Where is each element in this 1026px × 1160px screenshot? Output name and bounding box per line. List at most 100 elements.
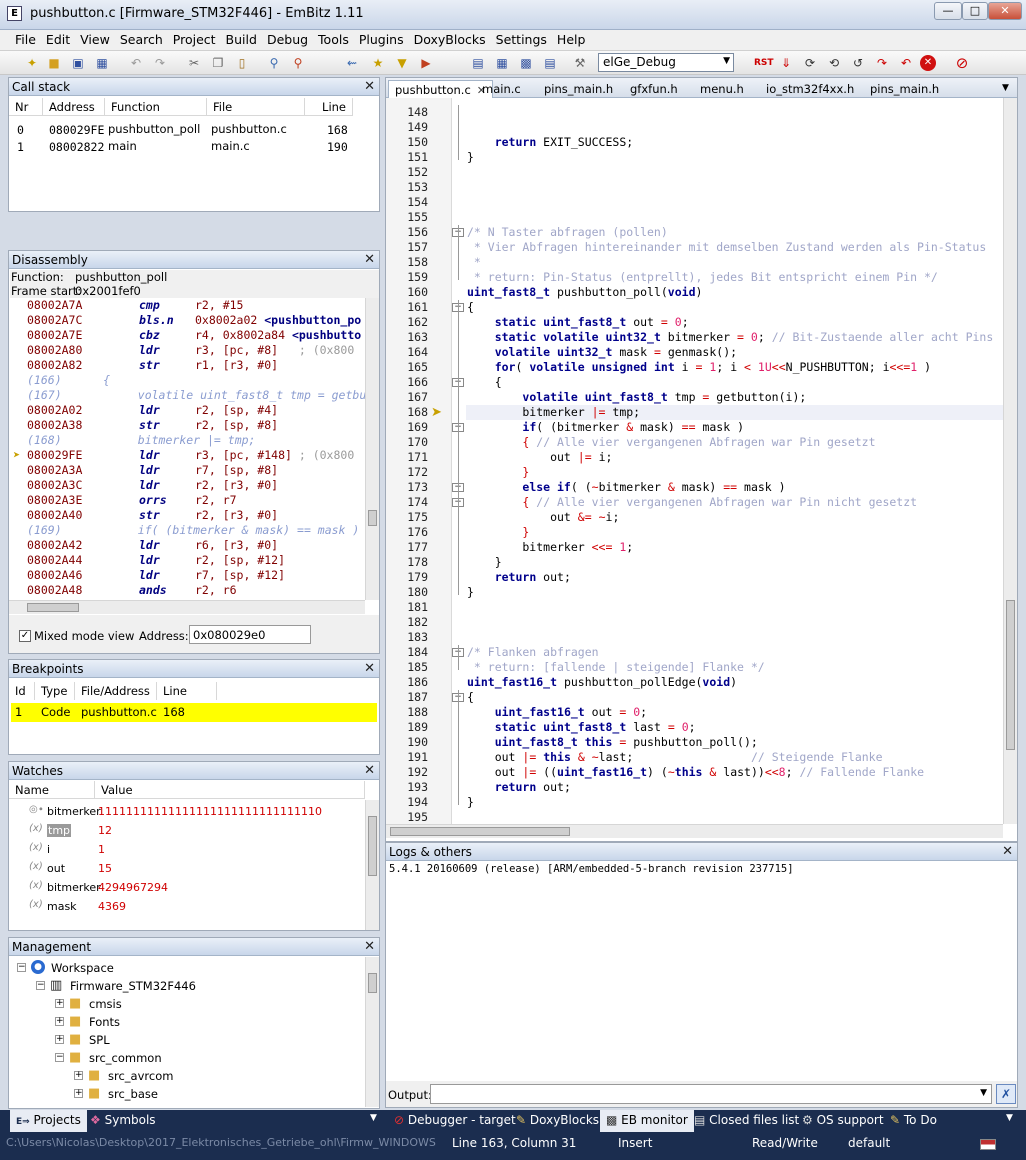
column-header[interactable]: Address [43, 98, 105, 116]
code-area[interactable]: return EXIT_SUCCESS;} /* N Taster abfrage… [386, 98, 1003, 824]
editor-hscrollbar[interactable] [386, 824, 1003, 838]
tab-os-support[interactable]: ⚙ OS support [796, 1110, 890, 1132]
source-line[interactable]: (169) if( (bitmerker & mask) == mask ) [27, 523, 359, 538]
line-number[interactable]: 177 [398, 540, 428, 554]
close-icon[interactable]: ✕ [364, 661, 375, 676]
tree-item[interactable]: − ■ src_common [9, 1049, 365, 1067]
replace-icon[interactable]: ⚲ [290, 55, 306, 71]
column-header[interactable]: Value [95, 781, 365, 799]
disassembly-scrollbar[interactable] [365, 298, 379, 600]
menu-view[interactable]: View [75, 30, 115, 50]
line-number[interactable]: 171 [398, 450, 428, 464]
column-header[interactable]: File [207, 98, 305, 116]
doxy-icon[interactable]: ▤ [470, 55, 486, 71]
open-folder-icon[interactable]: ■ [46, 55, 62, 71]
code-line[interactable]: if( (bitmerker & mask) == mask ) [467, 420, 744, 435]
asm-line[interactable]: ➤ 080029FE ldr r3, [pc, #148] ; (0x800 [13, 448, 354, 463]
watches-scrollbar[interactable] [365, 800, 379, 930]
build-target-select[interactable]: elGe_Debug ▼ [598, 53, 734, 72]
line-number[interactable]: 176 [398, 525, 428, 539]
tree-item[interactable]: + ■ cmsis [9, 995, 365, 1013]
code-line[interactable]: } [467, 465, 529, 480]
code-line[interactable]: for( volatile unsigned int i = 1; i < 1U… [467, 360, 931, 375]
next-bookmark-icon[interactable]: ▼ [394, 55, 410, 71]
code-line[interactable]: static volatile uint32_t bitmerker = 0; … [467, 330, 994, 345]
tree-expander-icon[interactable]: + [74, 1071, 83, 1080]
code-line[interactable]: static uint_fast8_t out = 0; [467, 315, 689, 330]
clear-output-button[interactable]: ✗ [996, 1084, 1016, 1104]
code-line[interactable]: static uint_fast8_t last = 0; [467, 720, 696, 735]
code-line[interactable]: { [467, 300, 474, 315]
line-number[interactable]: 165 [398, 360, 428, 374]
tree-expander-icon[interactable]: − [36, 981, 45, 990]
line-number[interactable]: 155 [398, 210, 428, 224]
close-icon[interactable]: ✕ [364, 763, 375, 778]
build-icon[interactable]: ⚒ [572, 55, 588, 71]
line-number[interactable]: 151 [398, 150, 428, 164]
next-instruction-icon[interactable]: ↷ [874, 55, 890, 71]
copy-icon[interactable]: ❐ [210, 55, 226, 71]
comment-icon[interactable]: ▶ [418, 55, 434, 71]
line-number[interactable]: 193 [398, 780, 428, 794]
code-line[interactable]: else if( (~bitmerker & mask) == mask ) [467, 480, 785, 495]
close-window-button[interactable]: ✕ [988, 2, 1022, 20]
close-icon[interactable]: ✕ [364, 79, 375, 94]
column-header[interactable]: Nr [9, 98, 43, 116]
bookmark-icon[interactable]: ★ [370, 55, 386, 71]
asm-line[interactable]: 08002A7A cmp r2, #15 [27, 298, 243, 313]
line-number[interactable]: 178 [398, 555, 428, 569]
line-number[interactable]: 181 [398, 600, 428, 614]
asm-line[interactable]: 08002A7C bls.n 0x8002a02 <pushbutton_po [27, 313, 361, 328]
line-number[interactable]: 164 [398, 345, 428, 359]
watch-row[interactable]: (x) out 15 [9, 860, 365, 878]
line-number[interactable]: 194 [398, 795, 428, 809]
code-line[interactable]: { [467, 375, 502, 390]
code-line[interactable]: } [467, 795, 474, 810]
management-scrollbar[interactable] [365, 957, 379, 1107]
line-number[interactable]: 154 [398, 195, 428, 209]
column-header[interactable]: Line [157, 682, 217, 700]
mixed-mode-checkbox[interactable]: ✓ [19, 630, 31, 642]
line-number[interactable]: 192 [398, 765, 428, 779]
code-line[interactable]: } [467, 525, 529, 540]
tab-closed-files-list[interactable]: ▤ Closed files list [688, 1110, 805, 1132]
tree-item[interactable]: + ■ SPL [9, 1031, 365, 1049]
code-line[interactable]: out |= this & ~last; // Steigende Flanke [467, 750, 883, 765]
line-number[interactable]: 180 [398, 585, 428, 599]
line-number[interactable]: 175 [398, 510, 428, 524]
menu-edit[interactable]: Edit [41, 30, 75, 50]
code-line[interactable]: return out; [467, 570, 571, 585]
line-number[interactable]: 148 [398, 105, 428, 119]
code-line[interactable]: } [467, 555, 502, 570]
code-line[interactable]: bitmerker |= tmp; [467, 405, 640, 420]
code-line[interactable]: volatile uint_fast8_t tmp = getbutton(i)… [467, 390, 806, 405]
project-tree[interactable]: − ● Workspace − ▥ Firmware_STM32F446 + ■ cmsis + ■… [9, 957, 365, 1107]
asm-line[interactable]: 08002A82 str r1, [r3, #0] [27, 358, 278, 373]
tree-expander-icon[interactable]: − [17, 963, 26, 972]
line-number[interactable]: 191 [398, 750, 428, 764]
no-breakpoint-icon[interactable]: ⊘ [954, 55, 970, 71]
tree-item[interactable]: + ■ src_base [9, 1085, 365, 1103]
address-input[interactable]: 0x080029e0 [189, 625, 311, 644]
doxy-block-icon[interactable]: ▤ [542, 55, 558, 71]
line-number[interactable]: 172 [398, 465, 428, 479]
menu-tools[interactable]: Tools [313, 30, 354, 50]
asm-line[interactable]: 08002A44 ldr r2, [sp, #12] [27, 553, 285, 568]
column-header[interactable]: Function [105, 98, 207, 116]
line-number[interactable]: 186 [398, 675, 428, 689]
code-line[interactable]: return EXIT_SUCCESS; [467, 135, 633, 150]
tree-item[interactable]: − ▥ Firmware_STM32F446 [9, 977, 365, 995]
new-file-icon[interactable]: ✦ [24, 55, 40, 71]
code-line[interactable]: * return: [fallende | steigende] Flanke … [467, 660, 765, 675]
line-number[interactable]: 189 [398, 720, 428, 734]
code-line[interactable]: } [467, 585, 474, 600]
menu-doxyblocks[interactable]: DoxyBlocks [409, 30, 491, 50]
column-header[interactable]: Type [35, 682, 75, 700]
line-number[interactable]: 159 [398, 270, 428, 284]
asm-line[interactable]: 08002A3A ldr r7, [sp, #8] [27, 463, 278, 478]
tree-expander-icon[interactable]: + [55, 1017, 64, 1026]
paste-icon[interactable]: ▯ [234, 55, 250, 71]
code-line[interactable]: return out; [467, 780, 571, 795]
menu-project[interactable]: Project [168, 30, 221, 50]
line-number[interactable]: 158 [398, 255, 428, 269]
